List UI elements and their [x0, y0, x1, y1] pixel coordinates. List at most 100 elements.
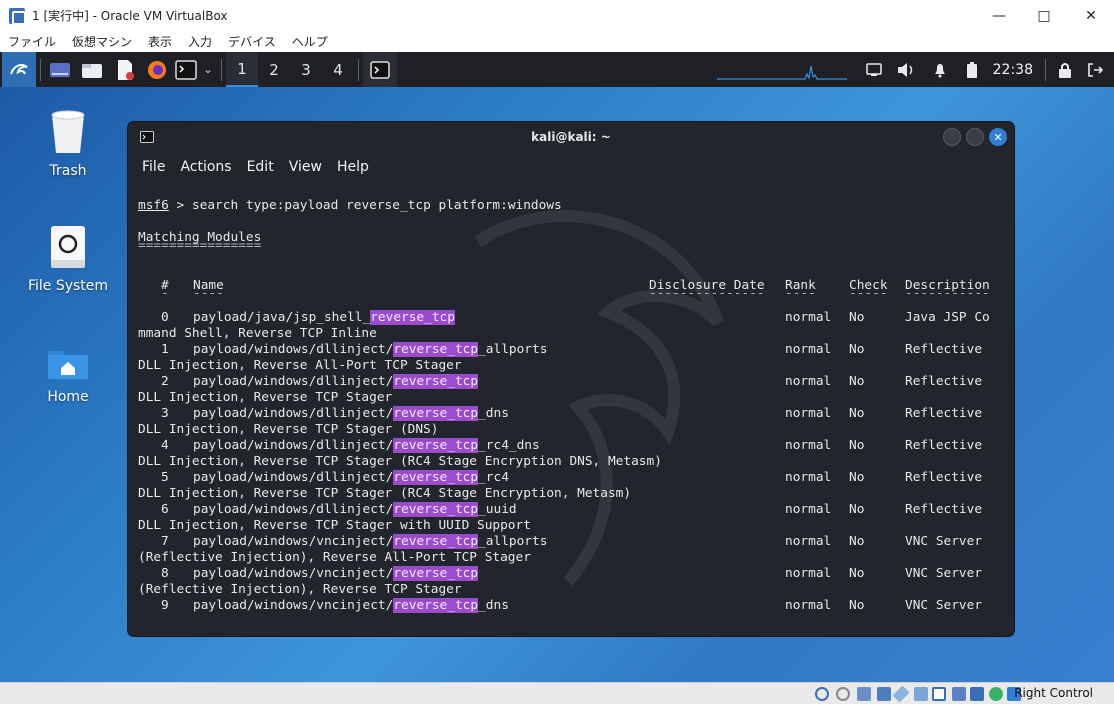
- desktop-icon-trash[interactable]: Trash: [23, 109, 113, 179]
- menu-help[interactable]: ヘルプ: [292, 33, 328, 50]
- module-description: Reflective: [905, 342, 983, 357]
- column-rule-disclosure-date: ---------------: [649, 286, 765, 301]
- notification-bell-icon[interactable]: [923, 52, 957, 87]
- menu-devices[interactable]: デバイス: [228, 33, 276, 50]
- close-button[interactable]: ✕: [1068, 0, 1114, 31]
- row-number: 9: [161, 598, 169, 613]
- usb-icon[interactable]: [892, 685, 910, 703]
- module-rank: normal: [785, 598, 832, 613]
- module-description-wrap: DLL Injection, Reverse TCP Stager: [138, 390, 393, 405]
- terminal-titlebar[interactable]: kali@kali: ~ ✕: [128, 122, 1014, 152]
- lock-icon[interactable]: [1050, 52, 1080, 87]
- module-name: payload/windows/vncinject/reverse_tcp: [193, 566, 479, 582]
- desktop-icon-home[interactable]: Home: [23, 345, 113, 405]
- desktop-icon-filesystem[interactable]: File System: [23, 224, 113, 294]
- clock[interactable]: 22:38: [993, 62, 1033, 78]
- terminal-output[interactable]: msf6 > search type:payload reverse_tcp p…: [128, 182, 1014, 636]
- terminal-menu-view[interactable]: View: [289, 159, 322, 175]
- module-name-prefix: payload/windows/dllinject/: [193, 374, 394, 389]
- terminal-close-button[interactable]: ✕: [989, 128, 1007, 146]
- text-editor-button[interactable]: [109, 52, 141, 87]
- row-number: 8: [161, 566, 169, 581]
- maximize-button[interactable]: □: [1021, 0, 1067, 31]
- display-icon[interactable]: [932, 687, 946, 701]
- search-match-highlight: reverse_tcp: [393, 470, 479, 485]
- desktop-icon-label: File System: [27, 278, 109, 294]
- module-description: Java JSP Co: [905, 310, 990, 325]
- module-name: payload/windows/vncinject/reverse_tcp_al…: [193, 534, 547, 550]
- module-name-suffix: _allports: [478, 342, 548, 357]
- recording-icon[interactable]: [952, 687, 966, 701]
- module-description-wrap: DLL Injection, Reverse TCP Stager (RC4 S…: [138, 486, 632, 501]
- taskbar-terminal-window[interactable]: [363, 52, 397, 87]
- module-check: No: [849, 310, 865, 325]
- row-number: 4: [161, 438, 169, 453]
- menu-view[interactable]: 表示: [148, 33, 172, 50]
- module-name-prefix: payload/windows/dllinject/: [193, 470, 394, 485]
- panel-separator: [1045, 58, 1046, 81]
- terminal-menu-help[interactable]: Help: [337, 159, 369, 175]
- host-menubar: ファイル 仮想マシン 表示 入力 デバイス ヘルプ: [0, 31, 1114, 52]
- workspace-1[interactable]: 1: [226, 52, 258, 87]
- shared-folders-icon[interactable]: [914, 687, 928, 701]
- module-description-wrap: DLL Injection, Reverse All-Port TCP Stag…: [138, 358, 462, 373]
- module-name-prefix: payload/windows/vncinject/: [193, 598, 394, 613]
- chevron-down-icon[interactable]: ⌄: [199, 52, 217, 87]
- module-rank: normal: [785, 406, 832, 421]
- file-manager-button[interactable]: [75, 52, 109, 87]
- msf-prompt: msf6: [138, 198, 169, 213]
- search-match-highlight: reverse_tcp: [393, 342, 479, 357]
- module-name-prefix: payload/java/jsp_shell_: [193, 310, 371, 325]
- kali-menu-button[interactable]: [2, 52, 36, 87]
- network-icon[interactable]: [877, 687, 891, 701]
- audio-icon[interactable]: [857, 687, 871, 701]
- module-name-prefix: payload/windows/dllinject/: [193, 438, 394, 453]
- mouse-integration-icon[interactable]: [989, 687, 1003, 701]
- kali-panel: ⌄ 1 2 3 4 22:38: [0, 52, 1114, 87]
- search-match-highlight: reverse_tcp: [393, 566, 479, 581]
- search-match-highlight: reverse_tcp: [393, 438, 479, 453]
- search-match-highlight: reverse_tcp: [393, 502, 479, 517]
- firefox-icon: [148, 60, 166, 79]
- terminal-window[interactable]: kali@kali: ~ ✕ File Actions Edit View He…: [127, 121, 1015, 637]
- module-rank: normal: [785, 438, 832, 453]
- logout-icon[interactable]: [1080, 52, 1110, 87]
- vbox-statusbar: Right Control: [0, 682, 1114, 704]
- module-name-suffix: _rc4: [478, 470, 509, 485]
- show-desktop-button[interactable]: [45, 52, 75, 87]
- menu-file[interactable]: ファイル: [8, 33, 56, 50]
- minimize-button[interactable]: —: [976, 0, 1022, 31]
- module-rank: normal: [785, 342, 832, 357]
- module-description-wrap: DLL Injection, Reverse TCP Stager with U…: [138, 518, 531, 533]
- terminal-launcher-button[interactable]: [173, 52, 199, 87]
- cpu-icon[interactable]: [970, 687, 984, 701]
- hard-disk-icon[interactable]: [815, 687, 829, 701]
- module-name: payload/windows/dllinject/reverse_tcp_al…: [193, 342, 547, 358]
- terminal-minimize-button[interactable]: [943, 128, 961, 146]
- menu-input[interactable]: 入力: [188, 33, 212, 50]
- command-line: msf6 > search type:payload reverse_tcp p…: [138, 198, 562, 214]
- row-number: 1: [161, 342, 169, 357]
- cpu-graph-icon: [716, 65, 847, 80]
- workspace-4[interactable]: 4: [322, 52, 354, 87]
- search-match-highlight: reverse_tcp: [393, 534, 479, 549]
- terminal-maximize-button[interactable]: [966, 128, 984, 146]
- terminal-menu-file[interactable]: File: [142, 159, 165, 175]
- menu-machine[interactable]: 仮想マシン: [72, 33, 132, 50]
- terminal-menu-edit[interactable]: Edit: [247, 159, 274, 175]
- module-check: No: [849, 534, 865, 549]
- optical-drive-icon[interactable]: [836, 687, 850, 701]
- column-rule-name: ----: [193, 286, 224, 301]
- module-description: Reflective: [905, 406, 983, 421]
- workspace-3[interactable]: 3: [290, 52, 322, 87]
- terminal-menu-actions[interactable]: Actions: [180, 159, 231, 175]
- module-name: payload/windows/dllinject/reverse_tcp_uu…: [193, 502, 517, 518]
- module-check: No: [849, 374, 865, 389]
- workspace-2[interactable]: 2: [258, 52, 290, 87]
- column-rule-description: -----------: [905, 286, 990, 301]
- display-icon[interactable]: [859, 52, 889, 87]
- panel-separator: [358, 58, 359, 81]
- firefox-button[interactable]: [141, 52, 173, 87]
- volume-icon[interactable]: [889, 52, 923, 87]
- battery-icon[interactable]: [957, 52, 987, 87]
